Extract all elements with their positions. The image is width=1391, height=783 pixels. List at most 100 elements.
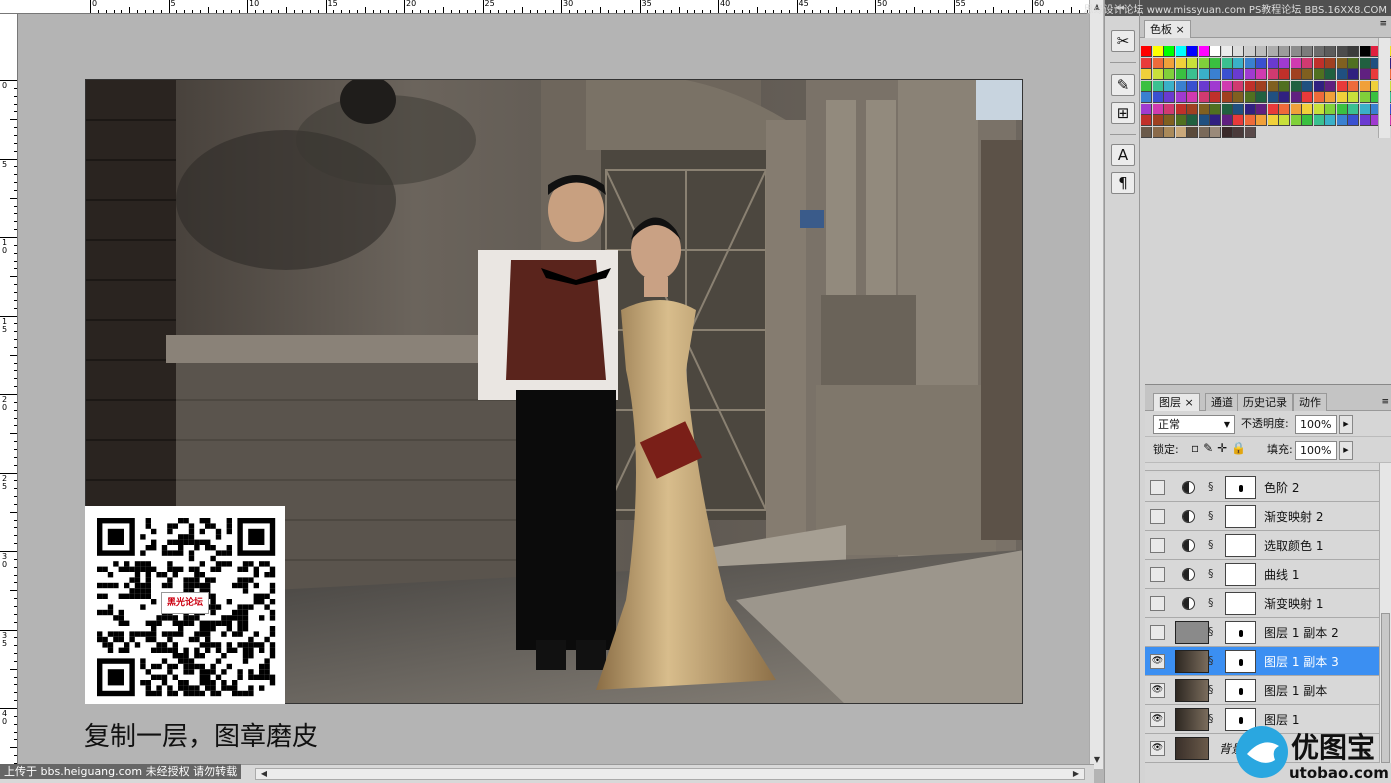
brush-icon[interactable]: ✎: [1111, 74, 1135, 96]
color-swatch[interactable]: [1279, 103, 1290, 115]
color-swatch[interactable]: [1244, 103, 1256, 115]
layer-row[interactable]: 👁 § 图层 1 副本 3: [1145, 647, 1379, 676]
color-swatch[interactable]: [1325, 46, 1336, 57]
layer-row[interactable]: § 图层 1 副本 2: [1145, 618, 1379, 647]
layer-row[interactable]: § 色阶 2: [1145, 473, 1379, 502]
color-swatch[interactable]: [1302, 69, 1313, 80]
layer-row[interactable]: § 曲线 1: [1145, 560, 1379, 589]
visibility-eye-icon[interactable]: 👁: [1150, 683, 1165, 698]
tab-channels[interactable]: 通道: [1205, 393, 1239, 411]
scroll-down-icon[interactable]: ▼: [1091, 755, 1103, 764]
color-swatch[interactable]: [1359, 80, 1371, 92]
layer-mask-thumbnail[interactable]: [1225, 592, 1256, 615]
color-swatch[interactable]: [1325, 103, 1336, 115]
panel-menu-icon[interactable]: ≡: [1379, 19, 1387, 29]
color-swatch[interactable]: [1175, 69, 1187, 80]
tab-actions[interactable]: 动作: [1293, 393, 1327, 411]
opacity-field[interactable]: 100%: [1295, 415, 1337, 434]
color-swatch[interactable]: [1175, 103, 1187, 115]
scroll-right-icon[interactable]: ▶: [1070, 769, 1082, 778]
color-swatch[interactable]: [1164, 69, 1175, 80]
color-swatch[interactable]: [1210, 103, 1221, 115]
color-swatch[interactable]: [1141, 80, 1152, 92]
color-swatch[interactable]: [1233, 103, 1244, 115]
color-swatch[interactable]: [1164, 103, 1175, 115]
layer-mask-thumbnail[interactable]: [1225, 621, 1256, 644]
color-swatch[interactable]: [1233, 57, 1244, 69]
link-chain-icon[interactable]: §: [1208, 654, 1214, 667]
layer-mask-thumbnail[interactable]: [1225, 650, 1256, 673]
color-swatch[interactable]: [1210, 115, 1221, 126]
color-swatch[interactable]: [1256, 103, 1267, 115]
color-swatch[interactable]: [1348, 92, 1359, 103]
color-swatch[interactable]: [1152, 126, 1164, 138]
opacity-slider-icon[interactable]: ▶: [1339, 415, 1353, 434]
blend-mode-select[interactable]: 正常 ▼: [1153, 415, 1235, 434]
color-swatch[interactable]: [1198, 69, 1210, 80]
color-swatch[interactable]: [1359, 103, 1371, 115]
visibility-eye-icon[interactable]: 👁: [1150, 741, 1165, 756]
color-swatch[interactable]: [1313, 115, 1325, 126]
color-swatch[interactable]: [1267, 46, 1279, 57]
link-chain-icon[interactable]: §: [1208, 712, 1214, 725]
color-swatch[interactable]: [1348, 115, 1359, 126]
color-swatch[interactable]: [1198, 57, 1210, 69]
color-swatch[interactable]: [1198, 80, 1210, 92]
color-swatch[interactable]: [1175, 126, 1187, 138]
color-swatch[interactable]: [1348, 69, 1359, 80]
layer-row[interactable]: § 渐变映射 1: [1145, 589, 1379, 618]
color-swatch[interactable]: [1164, 92, 1175, 103]
color-swatch[interactable]: [1256, 69, 1267, 80]
color-swatch[interactable]: [1348, 46, 1359, 57]
color-swatch[interactable]: [1244, 69, 1256, 80]
color-swatch[interactable]: [1221, 46, 1233, 57]
color-swatch[interactable]: [1244, 46, 1256, 57]
color-swatch[interactable]: [1152, 103, 1164, 115]
color-swatch[interactable]: [1279, 69, 1290, 80]
color-swatch[interactable]: [1175, 115, 1187, 126]
link-chain-icon[interactable]: §: [1208, 625, 1214, 638]
color-swatch[interactable]: [1221, 69, 1233, 80]
close-icon[interactable]: ×: [1176, 23, 1185, 36]
color-swatch[interactable]: [1325, 57, 1336, 69]
layer-mask-thumbnail[interactable]: [1225, 505, 1256, 528]
color-swatch[interactable]: [1313, 57, 1325, 69]
color-swatch[interactable]: [1210, 57, 1221, 69]
color-swatch[interactable]: [1187, 57, 1198, 69]
color-swatch[interactable]: [1233, 46, 1244, 57]
color-swatch[interactable]: [1325, 69, 1336, 80]
panel-menu-icon[interactable]: ≡: [1381, 397, 1389, 407]
color-swatch[interactable]: [1198, 46, 1210, 57]
link-chain-icon[interactable]: §: [1208, 480, 1214, 493]
visibility-eye-icon[interactable]: [1150, 596, 1165, 611]
color-swatch[interactable]: [1336, 80, 1348, 92]
color-swatch[interactable]: [1359, 57, 1371, 69]
color-swatch[interactable]: [1302, 115, 1313, 126]
color-swatch[interactable]: [1359, 92, 1371, 103]
clone-source-icon[interactable]: ⊞: [1111, 102, 1135, 124]
layers-scrollbar[interactable]: [1379, 463, 1391, 763]
color-swatch[interactable]: [1336, 57, 1348, 69]
color-swatch[interactable]: [1348, 57, 1359, 69]
color-swatch[interactable]: [1256, 46, 1267, 57]
color-swatch[interactable]: [1164, 57, 1175, 69]
color-swatch[interactable]: [1267, 103, 1279, 115]
color-swatch[interactable]: [1210, 92, 1221, 103]
color-swatch[interactable]: [1336, 103, 1348, 115]
color-swatch[interactable]: [1187, 69, 1198, 80]
color-swatch[interactable]: [1256, 92, 1267, 103]
color-swatch[interactable]: [1152, 69, 1164, 80]
color-swatch[interactable]: [1164, 126, 1175, 138]
color-swatch[interactable]: [1290, 69, 1302, 80]
layer-row[interactable]: 👁 § 图层 1 副本: [1145, 676, 1379, 705]
color-swatch[interactable]: [1175, 57, 1187, 69]
layer-mask-thumbnail[interactable]: [1225, 563, 1256, 586]
color-swatch[interactable]: [1279, 57, 1290, 69]
color-swatch[interactable]: [1302, 46, 1313, 57]
color-swatch[interactable]: [1256, 57, 1267, 69]
color-swatch[interactable]: [1290, 57, 1302, 69]
color-swatch[interactable]: [1141, 57, 1152, 69]
color-swatch[interactable]: [1164, 115, 1175, 126]
color-swatch[interactable]: [1290, 46, 1302, 57]
color-swatch[interactable]: [1175, 46, 1187, 57]
